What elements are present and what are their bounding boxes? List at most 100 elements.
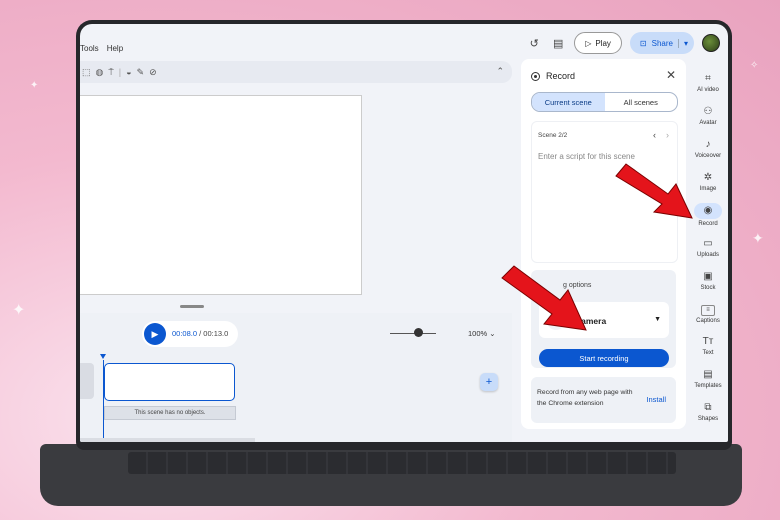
sidebar-item-record[interactable]: ◉ Record — [690, 203, 726, 227]
format-toolbar: ⬚ ◍ ⍑ | ◒ ✎ ⊘ ⌃ — [80, 61, 512, 83]
scrollbar[interactable] — [80, 438, 255, 442]
sidebar-item-label: Avatar — [699, 120, 717, 126]
chevron-right-icon[interactable]: › — [666, 130, 669, 140]
empty-scene-text: This scene has no objects. — [134, 410, 206, 416]
resize-handle[interactable] — [180, 305, 204, 308]
zoom-slider-track[interactable] — [390, 333, 436, 334]
avatar[interactable] — [702, 34, 720, 52]
tab-current-scene[interactable]: Current scene — [532, 93, 605, 111]
link-icon[interactable]: ⊘ — [149, 67, 157, 78]
sidebar-item-uploads[interactable]: ▭ Uploads — [690, 238, 726, 258]
timeline-play-button[interactable]: ▶ — [144, 323, 166, 345]
scene-tabs: Current scene All scenes — [531, 92, 678, 112]
tab-all-scenes[interactable]: All scenes — [605, 93, 678, 111]
sidebar-item-label: AI video — [697, 87, 719, 93]
chevron-down-icon[interactable]: ▾ — [677, 38, 688, 48]
extension-text: Record from any web page with the Chrome… — [537, 389, 633, 407]
text-icon: Tт — [702, 336, 714, 347]
record-icon — [531, 71, 540, 81]
voiceover-icon: ♪ — [705, 139, 711, 150]
panel-header: Record — [531, 71, 575, 81]
slide-canvas[interactable] — [80, 95, 362, 295]
zoom-select[interactable]: 100% ⌄ — [468, 329, 496, 338]
crop-icon[interactable]: ⬚ — [82, 67, 91, 78]
sidebar-item-templates[interactable]: ▤ Templates — [690, 369, 726, 389]
sidebar-item-label: Text — [702, 350, 714, 356]
keyboard — [128, 452, 676, 474]
comment-icon[interactable]: ▤ — [550, 35, 566, 51]
start-recording-button[interactable]: Start recording — [539, 349, 669, 367]
menu-tools[interactable]: Tools — [80, 44, 99, 53]
scene-clip[interactable] — [104, 363, 235, 401]
laptop-base — [40, 444, 742, 506]
captions-icon: ≡ — [701, 305, 715, 316]
extension-promo: Record from any web page with the Chrome… — [531, 377, 676, 423]
sidebar-item-stock[interactable]: ▣ Stock — [690, 271, 726, 291]
scene-label: Scene 2/2 — [538, 132, 568, 139]
palette-icon[interactable]: ◍ — [96, 67, 104, 78]
previous-scene-clip[interactable] — [80, 363, 94, 399]
playhead[interactable] — [103, 360, 104, 442]
chevron-down-icon: ⌄ — [489, 329, 496, 338]
sidebar-item-label: Image — [699, 186, 717, 192]
templates-icon: ▤ — [703, 369, 713, 380]
stock-icon: ▣ — [703, 271, 713, 282]
separator: | — [118, 67, 122, 77]
folder-icon: ▭ — [703, 238, 713, 249]
record-panel: Record ✕ Current scene All scenes Scene … — [521, 59, 686, 429]
sparkle-icon: ✧ — [750, 60, 759, 71]
panel-title: Record — [546, 71, 576, 81]
menu-bar: Tools Help — [80, 44, 123, 53]
avatar-add-icon: ⚇ — [703, 106, 713, 117]
zoom-slider-thumb[interactable] — [414, 328, 423, 337]
sidebar-item-shapes[interactable]: ⧉ Shapes — [690, 402, 726, 422]
sidebar-item-image[interactable]: ✲ Image — [690, 172, 726, 192]
playhead-marker[interactable] — [100, 354, 106, 359]
playback-controls: ▶ 00:08.0 / 00:13.0 — [142, 321, 238, 347]
chevron-up-icon[interactable]: ⌃ — [496, 66, 504, 77]
menu-help[interactable]: Help — [107, 44, 123, 53]
annotation-arrow-camera — [501, 265, 587, 331]
sidebar-item-label: Record — [698, 221, 718, 227]
lock-icon: ⊡ — [639, 38, 647, 48]
sparkle-icon: ✦ — [752, 230, 764, 246]
app-screen: Tools Help ↺ ▤ ▷ Play ⊡ Share ▾ ⬚ ◍ ⍑ | … — [80, 24, 728, 442]
image-icon: ✲ — [703, 172, 713, 183]
sidebar-item-label: Voiceover — [694, 153, 722, 159]
history-icon[interactable]: ↺ — [526, 35, 542, 51]
chevron-left-icon[interactable]: ‹ — [653, 130, 656, 140]
play-label: Play — [595, 38, 611, 48]
pen-icon[interactable]: ✎ — [137, 67, 145, 78]
dropdown-caret-icon: ▼ — [654, 316, 661, 323]
record-icon: ◉ — [694, 203, 722, 219]
play-icon: ▷ — [585, 38, 592, 48]
sidebar-item-label: Templates — [694, 383, 722, 389]
sidebar-item-label: Stock — [700, 285, 716, 291]
sparkle-icon: ✦ — [12, 302, 26, 319]
close-icon[interactable]: ✕ — [666, 68, 676, 82]
fill-icon[interactable]: ◒ — [126, 67, 131, 78]
total-time: / 00:13.0 — [199, 329, 229, 338]
start-recording-label: Start recording — [579, 353, 629, 363]
sparkle-icon: ✦ — [30, 80, 39, 91]
add-scene-button[interactable]: + — [480, 373, 498, 391]
play-button[interactable]: ▷ Play — [574, 32, 622, 54]
share-button[interactable]: ⊡ Share ▾ — [629, 32, 694, 54]
sidebar-item-label: Captions — [696, 318, 720, 324]
sidebar-item-avatar[interactable]: ⚇ Avatar — [690, 106, 726, 126]
current-time: 00:08.0 — [172, 329, 198, 338]
paint-roller-icon[interactable]: ⍑ — [108, 67, 113, 78]
sidebar-item-label: Shapes — [697, 416, 719, 422]
annotation-arrow-record — [615, 163, 693, 219]
empty-scene-track: This scene has no objects. — [104, 406, 236, 420]
sidebar-item-ai-video[interactable]: ⌗ AI video — [690, 73, 726, 93]
sidebar-item-label: Uploads — [696, 252, 719, 258]
timecode: 00:08.0 / 00:13.0 — [172, 329, 228, 338]
ai-video-icon: ⌗ — [705, 73, 711, 84]
sidebar-item-voiceover[interactable]: ♪ Voiceover — [690, 139, 726, 159]
install-link[interactable]: Install — [646, 395, 666, 404]
shapes-icon: ⧉ — [704, 402, 712, 413]
timeline: ▶ 00:08.0 / 00:13.0 100% ⌄ This scene ha… — [80, 313, 512, 442]
sidebar-item-text[interactable]: Tт Text — [690, 336, 726, 356]
sidebar-item-captions[interactable]: ≡ Captions — [690, 305, 726, 324]
